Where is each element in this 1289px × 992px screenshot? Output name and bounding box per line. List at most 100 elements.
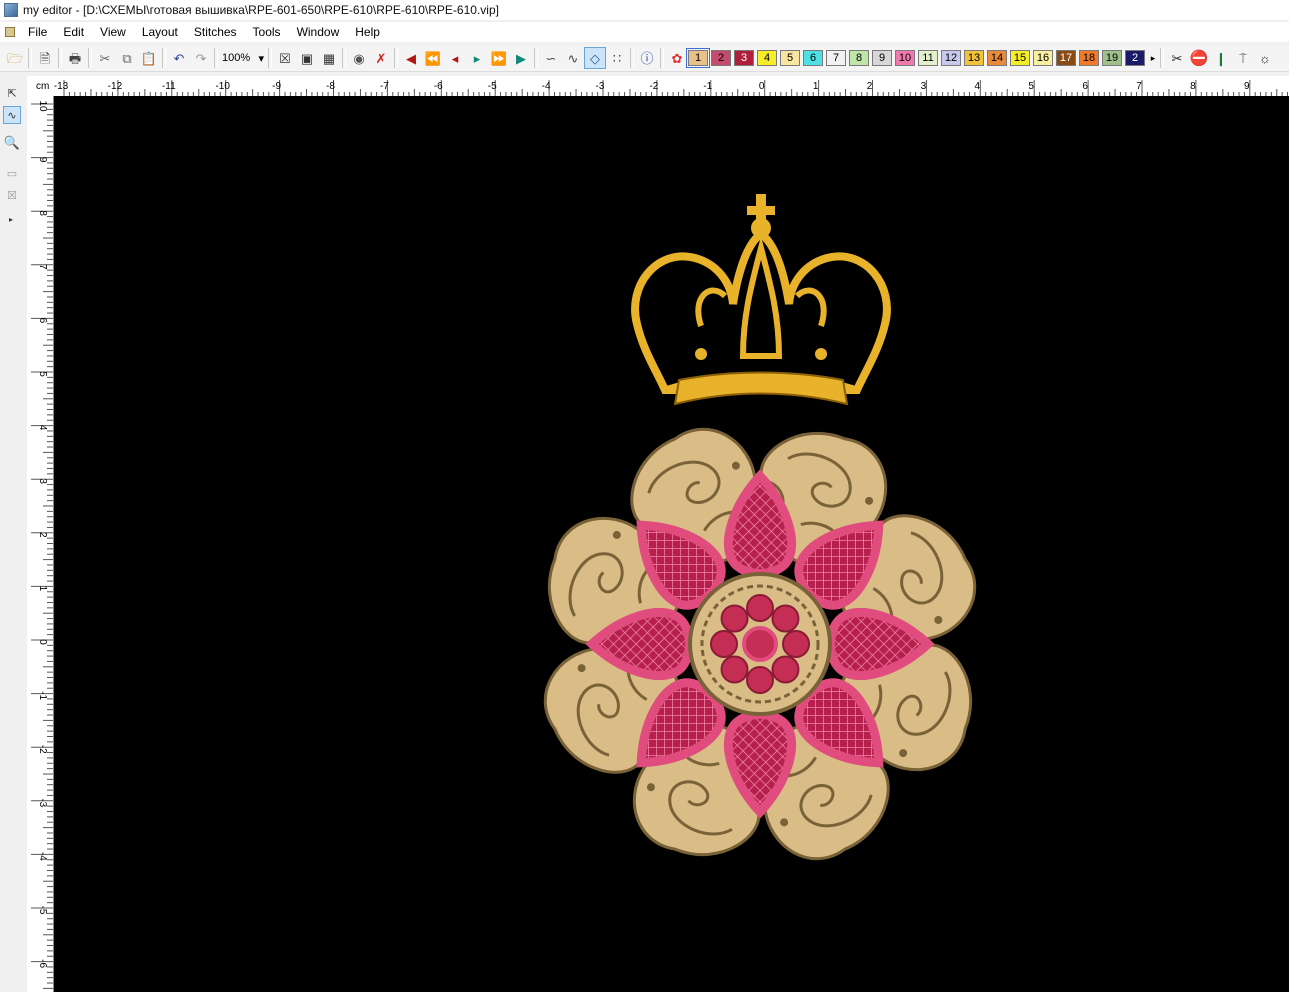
- thread-color-swatch[interactable]: 12: [941, 50, 961, 66]
- open-file-icon[interactable]: 🗎: [34, 47, 56, 69]
- ruler-label: -6: [434, 81, 443, 92]
- show-stitches-icon[interactable]: ◉: [348, 47, 370, 69]
- copy-icon[interactable]: ⧉: [116, 47, 138, 69]
- ruler-label: 0: [37, 639, 48, 645]
- print-icon[interactable]: 🖶: [64, 47, 86, 69]
- ruler-label: -10: [215, 81, 230, 92]
- menu-tools[interactable]: Tools: [245, 22, 289, 42]
- ruler-label: -6: [37, 959, 48, 968]
- select-icon[interactable]: ⇱: [3, 84, 21, 102]
- center-bead: [771, 655, 800, 684]
- curve-tool-icon[interactable]: ∽: [540, 47, 562, 69]
- thread-color-swatch[interactable]: 11: [918, 50, 938, 66]
- color-change-icon[interactable]: ☼: [1254, 47, 1276, 69]
- ruler-label: 1: [813, 81, 819, 92]
- thread-color-swatch[interactable]: 15: [1010, 50, 1030, 66]
- toolbar-separator: [630, 48, 634, 68]
- ruler-label: 5: [1028, 81, 1034, 92]
- thread-color-swatch[interactable]: 4: [757, 50, 777, 66]
- lace-medallion-embroidery[interactable]: [522, 406, 998, 882]
- zoom-select[interactable]: 100% ▾: [220, 48, 266, 68]
- menu-edit[interactable]: Edit: [55, 22, 92, 42]
- first-stitch-icon[interactable]: ◀: [400, 47, 422, 69]
- trim-icon[interactable]: ⍑: [1232, 47, 1254, 69]
- thread-color-swatch[interactable]: 6: [803, 50, 823, 66]
- thread-color-swatch[interactable]: 1: [686, 48, 710, 68]
- thread-color-swatch[interactable]: 18: [1079, 50, 1099, 66]
- expand-panel-icon[interactable]: ▸: [0, 214, 22, 224]
- next-stitch-icon[interactable]: ▸: [466, 47, 488, 69]
- ruler-label: -5: [488, 81, 497, 92]
- ruler-label: 4: [37, 425, 48, 431]
- ruler-label: 2: [867, 81, 873, 92]
- menu-help[interactable]: Help: [347, 22, 388, 42]
- thread-color-swatch[interactable]: 13: [964, 50, 984, 66]
- thread-color-swatch[interactable]: 5: [780, 50, 800, 66]
- thread-color-swatch[interactable]: 3: [734, 50, 754, 66]
- needle-icon[interactable]: ❙: [1210, 47, 1232, 69]
- ruler-label: -8: [326, 81, 335, 92]
- scissors-icon[interactable]: ✂: [1166, 47, 1188, 69]
- ruler-label: 5: [37, 371, 48, 377]
- zoom-icon[interactable]: 🔍: [3, 134, 21, 152]
- transform-icon[interactable]: ▭: [3, 164, 21, 182]
- ruler-label: -1: [37, 691, 48, 700]
- previous-stitch-icon[interactable]: ◂: [444, 47, 466, 69]
- toolbar-separator: [58, 48, 62, 68]
- thread-color-swatch[interactable]: 2: [1125, 50, 1145, 66]
- ruler-label: -4: [542, 81, 551, 92]
- thread-color-swatch[interactable]: 14: [987, 50, 1007, 66]
- menu-window[interactable]: Window: [289, 22, 348, 42]
- fit-design-icon[interactable]: ☒: [274, 47, 296, 69]
- design-canvas[interactable]: [54, 96, 1289, 992]
- menu-stitches[interactable]: Stitches: [186, 22, 245, 42]
- hide-stitches-icon[interactable]: ✗: [370, 47, 392, 69]
- menu-file[interactable]: File: [20, 22, 55, 42]
- thread-color-swatch[interactable]: 17: [1056, 50, 1076, 66]
- dots-tool-icon[interactable]: ∷: [606, 47, 628, 69]
- cut-icon[interactable]: ✂: [94, 47, 116, 69]
- next-color-icon[interactable]: ⏩: [488, 47, 510, 69]
- thread-color-swatch[interactable]: 7: [826, 50, 846, 66]
- center-bead: [771, 604, 800, 633]
- mdi-document-icon[interactable]: [0, 22, 20, 42]
- center-bead: [720, 655, 749, 684]
- thread-color-swatch[interactable]: 16: [1033, 50, 1053, 66]
- previous-color-icon[interactable]: ⏪: [422, 47, 444, 69]
- fit-selection-icon[interactable]: ▣: [296, 47, 318, 69]
- ruler-label: 1: [37, 586, 48, 592]
- last-stitch-icon[interactable]: ▶: [510, 47, 532, 69]
- color-wheel-icon[interactable]: ✿: [666, 47, 688, 69]
- resize-icon[interactable]: ☒: [3, 186, 21, 204]
- main-toolbar: 🗁 🗎 🖶 ✂ ⧉ 📋 ↶ ↷ 100% ▾ ☒ ▣ ▦ ◉ ✗ ◀ ⏪ ◂ ▸ …: [0, 45, 1289, 72]
- palette-scroll-right-icon[interactable]: ▸: [1148, 47, 1158, 69]
- ruler-label: 9: [37, 157, 48, 163]
- stitch-edit-icon[interactable]: ∿: [3, 106, 21, 124]
- ruler-label: 3: [921, 81, 927, 92]
- toolbar-separator: [660, 48, 664, 68]
- thread-color-swatch[interactable]: 2: [711, 50, 731, 66]
- fit-page-icon[interactable]: ▦: [318, 47, 340, 69]
- thread-color-swatch[interactable]: 9: [872, 50, 892, 66]
- menu-view[interactable]: View: [92, 22, 134, 42]
- title-bar: my editor - [D:\СХЕМЫ\готовая вышивка\RP…: [0, 0, 1289, 20]
- paste-icon[interactable]: 📋: [138, 47, 160, 69]
- ruler-label: 8: [37, 210, 48, 216]
- ruler-label: 0: [759, 81, 765, 92]
- select-tool-icon[interactable]: ◇: [584, 47, 606, 69]
- zigzag-tool-icon[interactable]: ∿: [562, 47, 584, 69]
- toolbar-separator: [162, 48, 166, 68]
- thread-color-swatch[interactable]: 8: [849, 50, 869, 66]
- info-icon[interactable]: ⓘ: [636, 47, 658, 69]
- toolbar-separator: [268, 48, 272, 68]
- thread-color-swatch[interactable]: 10: [895, 50, 915, 66]
- crown-embroidery[interactable]: [631, 194, 891, 406]
- thread-color-swatch[interactable]: 19: [1102, 50, 1122, 66]
- menu-layout[interactable]: Layout: [134, 22, 186, 42]
- stop-icon[interactable]: ⛔: [1188, 47, 1210, 69]
- redo-icon[interactable]: ↷: [190, 47, 212, 69]
- open-folder-icon[interactable]: 🗁: [4, 47, 26, 69]
- ruler-label: 6: [1082, 81, 1088, 92]
- ruler-label: -3: [37, 798, 48, 807]
- undo-icon[interactable]: ↶: [168, 47, 190, 69]
